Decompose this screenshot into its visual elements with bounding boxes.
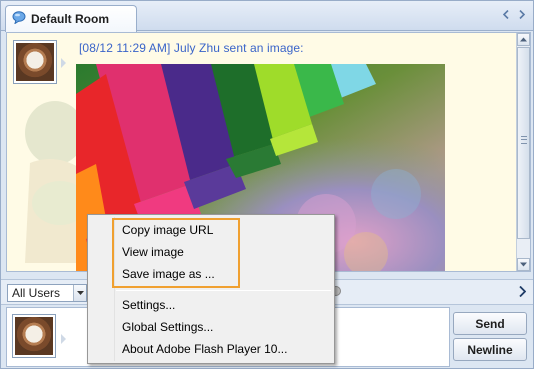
avatar-pointer (61, 334, 66, 344)
recipient-select[interactable]: All Users (7, 284, 87, 302)
tab-title: Default Room (31, 12, 109, 26)
chat-window: Default Room [08/12 11:29 AM] July Zhu s… (0, 0, 534, 369)
menu-item-settings[interactable]: Settings... (122, 298, 175, 312)
send-button[interactable]: Send (453, 312, 527, 335)
menu-item-copy-image-url[interactable]: Copy image URL (122, 223, 213, 237)
tab-default-room[interactable]: Default Room (5, 5, 137, 32)
scroll-thumb[interactable] (517, 47, 530, 239)
chevron-right-icon[interactable] (517, 8, 527, 20)
menu-item-save-image-as[interactable]: Save image as ... (122, 267, 215, 281)
menu-separator (116, 290, 331, 291)
tab-strip: Default Room (1, 1, 533, 32)
scroll-down-icon[interactable] (517, 258, 530, 271)
context-menu: Copy image URL View image Save image as … (87, 214, 335, 364)
chevron-down-icon[interactable] (73, 285, 86, 301)
recipient-select-value: All Users (12, 286, 61, 300)
sender-avatar[interactable] (13, 40, 57, 84)
scroll-up-icon[interactable] (517, 33, 530, 46)
newline-button[interactable]: Newline (453, 338, 527, 361)
message-header: [08/12 11:29 AM] July Zhu sent an image: (79, 41, 304, 55)
menu-item-global-settings[interactable]: Global Settings... (122, 320, 213, 334)
chevron-right-icon[interactable] (519, 285, 527, 300)
chevron-left-icon[interactable] (501, 8, 511, 20)
menu-item-view-image[interactable]: View image (122, 245, 184, 259)
self-avatar (12, 314, 56, 358)
chat-bubble-icon (12, 11, 26, 27)
chat-scrollbar[interactable] (516, 33, 530, 271)
avatar-pointer (61, 58, 66, 68)
menu-item-about-flash[interactable]: About Adobe Flash Player 10... (122, 342, 287, 356)
